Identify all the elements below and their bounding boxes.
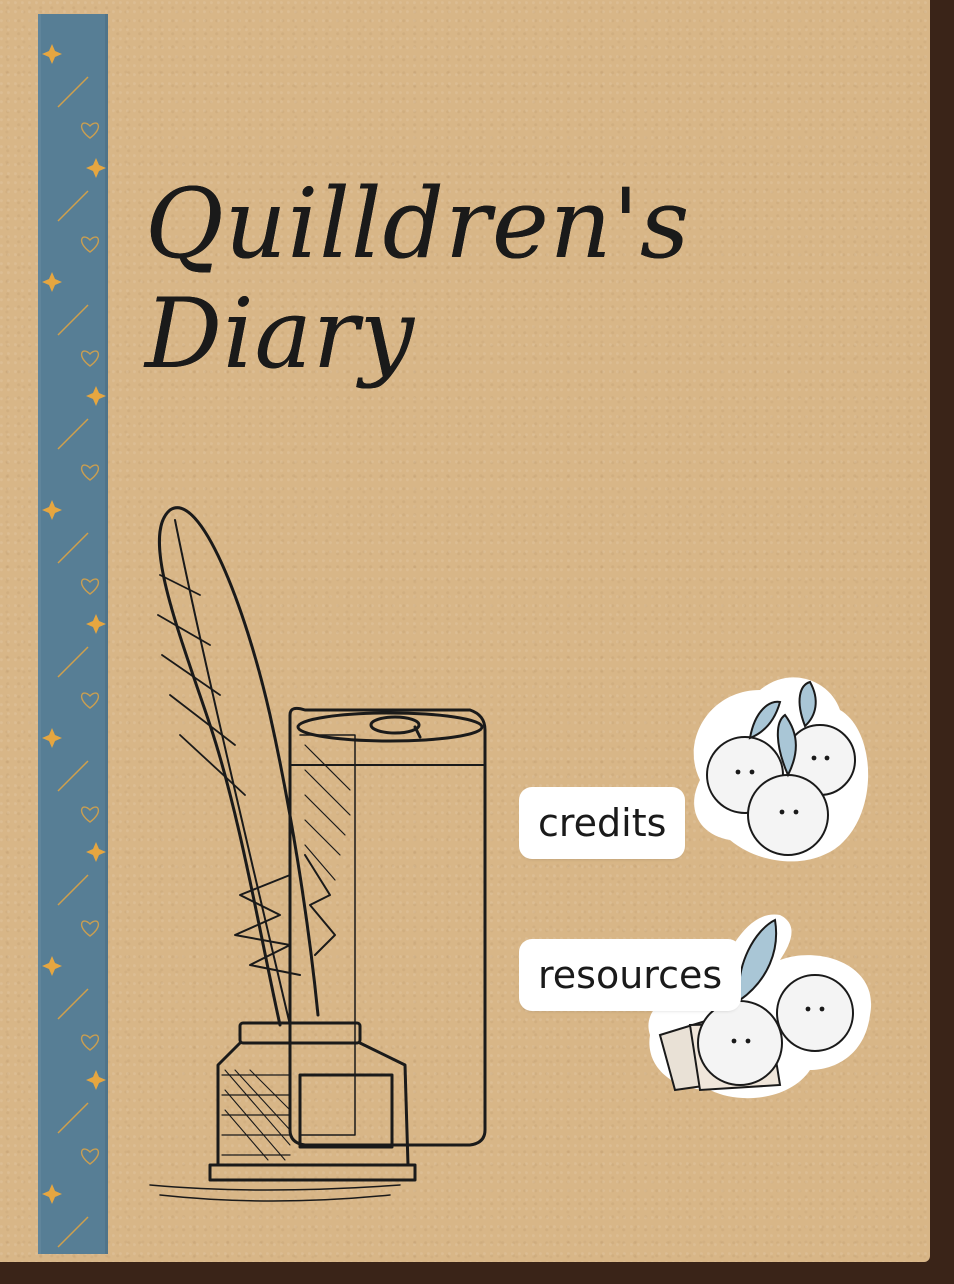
spine-heart-icon [81,806,99,823]
fluffball-trio-icon [693,677,869,862]
spine-line-icon [57,76,89,108]
title-line-1: Quilldren's [145,168,691,280]
spine-line-icon [57,418,89,450]
spine-star-icon [86,614,106,634]
spine-line-icon [57,1216,89,1248]
spine-line-icon [57,1102,89,1134]
credits-button[interactable]: credits [522,790,683,856]
spine-line-icon [57,304,89,336]
spine-line-icon [57,874,89,906]
spine-heart-icon [81,236,99,253]
can-icon [288,706,487,1147]
spine-star-icon [42,1184,62,1204]
resources-button[interactable]: resources [522,942,739,1008]
spine-star-icon [42,956,62,976]
quill-feather-icon [157,506,336,1027]
spine-heart-icon [81,350,99,367]
spine-heart-icon [81,464,99,481]
spine-line-icon [57,190,89,222]
spine-star-icon [42,272,62,292]
spine-heart-icon [81,578,99,595]
spine-star-icon [86,842,106,862]
spine-heart-icon [81,1034,99,1051]
credits-label: credits [538,801,667,845]
spine-heart-icon [81,692,99,709]
title-line-2: Diary [145,278,416,390]
spine-line-icon [57,532,89,564]
spine-heart-icon [81,920,99,937]
spine-line-icon [57,760,89,792]
quill-inkwell-illustration [149,506,487,1202]
spine-pattern-icon [42,44,106,1248]
spine-line-icon [57,988,89,1020]
diary-cover: Quilldren's Diary credits resources [0,0,954,1284]
spine-star-icon [42,728,62,748]
spine-heart-icon [81,122,99,139]
spine-ribbon [38,14,108,1254]
resources-label: resources [538,953,723,997]
spine-star-icon [86,1070,106,1090]
spine-line-icon [57,646,89,678]
spine-star-icon [42,500,62,520]
spine-star-icon [42,44,62,64]
spine-star-icon [86,158,106,178]
spine-star-icon [86,386,106,406]
spine-heart-icon [81,1148,99,1165]
inkwell-icon [208,1021,417,1182]
